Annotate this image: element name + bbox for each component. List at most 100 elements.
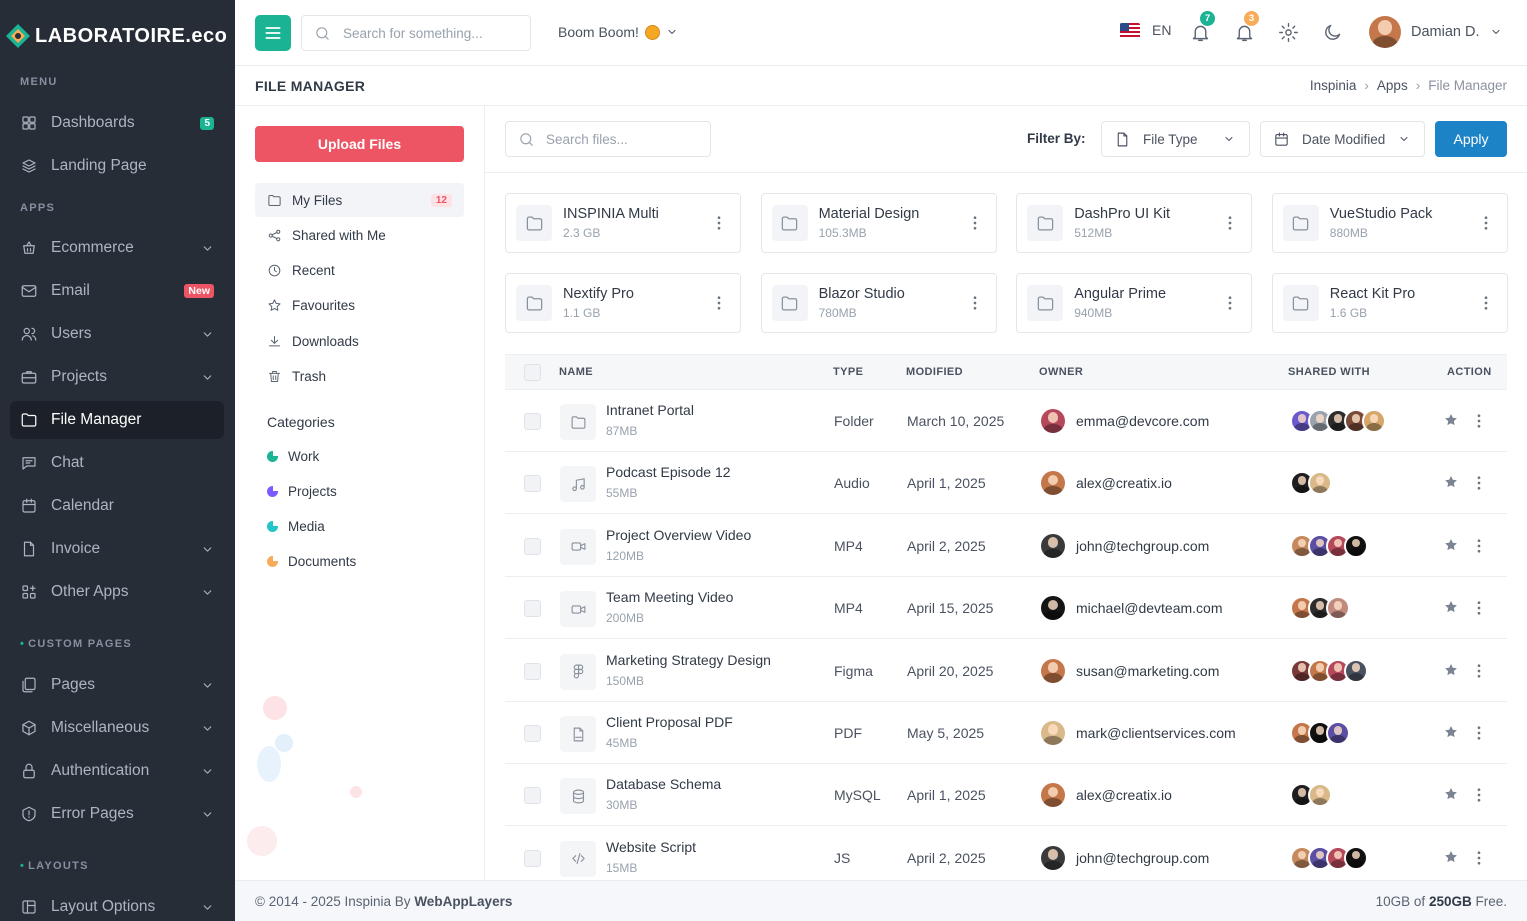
table-row[interactable]: Podcast Episode 12 55MB Audio April 1, 2… [505,452,1507,515]
settings-button[interactable] [1278,22,1299,43]
file-search-input[interactable] [546,131,696,147]
folder-menu-button[interactable] [710,294,728,312]
row-menu-button[interactable] [1470,849,1488,867]
star-icon[interactable] [1443,599,1459,615]
shared-avatar[interactable] [1344,533,1368,558]
star-icon[interactable] [1443,474,1459,490]
file-name[interactable]: Client Proposal PDF [606,714,733,730]
folder-menu-button[interactable] [966,214,984,232]
sidebar-item-layout-options[interactable]: Layout Options [10,888,224,921]
sidebar-item-email[interactable]: Email New [10,272,224,310]
category-work[interactable]: Work [267,449,319,464]
folder-menu-button[interactable] [1221,294,1239,312]
file-name[interactable]: Website Script [606,839,696,855]
header-owner[interactable]: OWNER [1039,366,1083,378]
sidebar-item-pages[interactable]: Pages [10,666,224,704]
sidebar-item-file-manager[interactable]: File Manager [10,401,224,439]
global-search-input[interactable] [343,25,513,41]
folder-card[interactable]: Material Design 105.3MB [760,193,997,253]
folder-card[interactable]: Blazor Studio 780MB [760,273,997,333]
user-menu[interactable]: Damian D. [1369,16,1502,48]
star-icon[interactable] [1443,724,1459,740]
file-name[interactable]: Podcast Episode 12 [606,464,731,480]
folder-card[interactable]: INSPINIA Multi 2.3 GB [505,193,741,253]
sidebar-item-other-apps[interactable]: Other Apps [10,573,224,611]
apply-button[interactable]: Apply [1435,121,1507,157]
header-modified[interactable]: MODIFIED [906,366,963,378]
file-nav-favourites[interactable]: Favourites [255,288,464,322]
file-nav-recent[interactable]: Recent [255,253,464,287]
menu-toggle-button[interactable] [255,15,291,51]
file-name[interactable]: Intranet Portal [606,402,694,418]
shared-avatar[interactable] [1326,596,1350,621]
shared-avatar[interactable] [1326,721,1350,745]
header-type[interactable]: TYPE [833,366,863,378]
file-nav-downloads[interactable]: Downloads [255,324,464,358]
star-icon[interactable] [1443,786,1459,802]
category-media[interactable]: Media [267,519,325,534]
row-checkbox[interactable] [524,725,541,742]
sidebar-item-dashboards[interactable]: Dashboards 5 [10,104,224,142]
table-row[interactable]: Database Schema 30MB MySQL April 1, 2025… [505,764,1507,827]
theme-toggle-button[interactable] [1322,22,1343,43]
sidebar-item-users[interactable]: Users [10,315,224,353]
folder-menu-button[interactable] [1477,214,1495,232]
folder-menu-button[interactable] [1477,294,1495,312]
table-row[interactable]: Marketing Strategy Design 150MB Figma Ap… [505,640,1507,702]
folder-card[interactable]: Nextify Pro 1.1 GB [505,273,741,333]
row-menu-button[interactable] [1470,786,1488,804]
file-nav-trash[interactable]: Trash [255,359,464,393]
upload-files-button[interactable]: Upload Files [255,126,464,162]
shared-avatar[interactable] [1344,658,1368,683]
shared-avatar[interactable] [1308,471,1332,496]
folder-card[interactable]: VueStudio Pack 880MB [1271,193,1508,253]
table-row[interactable]: Team Meeting Video 200MB MP4 April 15, 2… [505,577,1507,640]
folder-card[interactable]: React Kit Pro 1.6 GB [1271,273,1508,333]
row-checkbox[interactable] [524,600,541,618]
row-menu-button[interactable] [1470,724,1488,742]
notifications-button[interactable]: 7 [1190,11,1215,43]
sidebar-item-landing-page[interactable]: Landing Page [10,147,224,185]
row-menu-button[interactable] [1470,537,1488,555]
category-projects[interactable]: Projects [267,484,337,499]
file-nav-my-files[interactable]: My Files 12 [255,183,464,217]
select-all-checkbox[interactable] [524,364,541,381]
folder-menu-button[interactable] [1221,214,1239,232]
sidebar-item-invoice[interactable]: Invoice [10,530,224,568]
star-icon[interactable] [1443,849,1459,865]
table-row[interactable]: Client Proposal PDF 45MB PDF May 5, 2025… [505,702,1507,764]
star-icon[interactable] [1443,537,1459,553]
row-checkbox[interactable] [524,849,541,867]
alerts-button[interactable]: 3 [1234,11,1259,43]
breadcrumb-inspinia[interactable]: Inspinia [1310,78,1357,93]
file-name[interactable]: Marketing Strategy Design [606,652,771,668]
sidebar-item-authentication[interactable]: Authentication [10,752,224,790]
row-menu-button[interactable] [1470,662,1488,680]
folder-card[interactable]: DashPro UI Kit 512MB [1016,193,1253,253]
workspace-dropdown[interactable]: Boom Boom! [558,24,678,40]
star-icon[interactable] [1443,662,1459,678]
category-documents[interactable]: Documents [267,554,356,569]
sidebar-item-miscellaneous[interactable]: Miscellaneous [10,709,224,747]
file-name[interactable]: Team Meeting Video [606,589,733,605]
date-modified-select[interactable]: Date Modified [1260,121,1425,157]
star-icon[interactable] [1443,412,1459,428]
shared-avatar[interactable] [1308,783,1332,808]
folder-card[interactable]: Angular Prime 940MB [1016,273,1253,333]
sidebar-item-calendar[interactable]: Calendar [10,487,224,525]
table-row[interactable]: Website Script 15MB JS April 2, 2025 joh… [505,827,1507,880]
language-selector[interactable]: EN [1120,22,1171,38]
breadcrumb-apps[interactable]: Apps [1377,78,1408,93]
file-type-select[interactable]: File Type [1101,121,1250,157]
sidebar-item-chat[interactable]: Chat [10,444,224,482]
shared-avatar[interactable] [1362,409,1386,433]
global-search[interactable] [301,15,531,51]
file-search[interactable] [505,121,711,157]
shared-avatar[interactable] [1344,845,1368,870]
file-nav-shared-with-me[interactable]: Shared with Me [255,218,464,252]
row-checkbox[interactable] [524,537,541,555]
file-name[interactable]: Database Schema [606,776,721,792]
sidebar-item-ecommerce[interactable]: Ecommerce [10,229,224,267]
brand-logo[interactable]: LABORATOIRE.eco [0,0,235,72]
company-link[interactable]: WebAppLayers [414,894,512,909]
